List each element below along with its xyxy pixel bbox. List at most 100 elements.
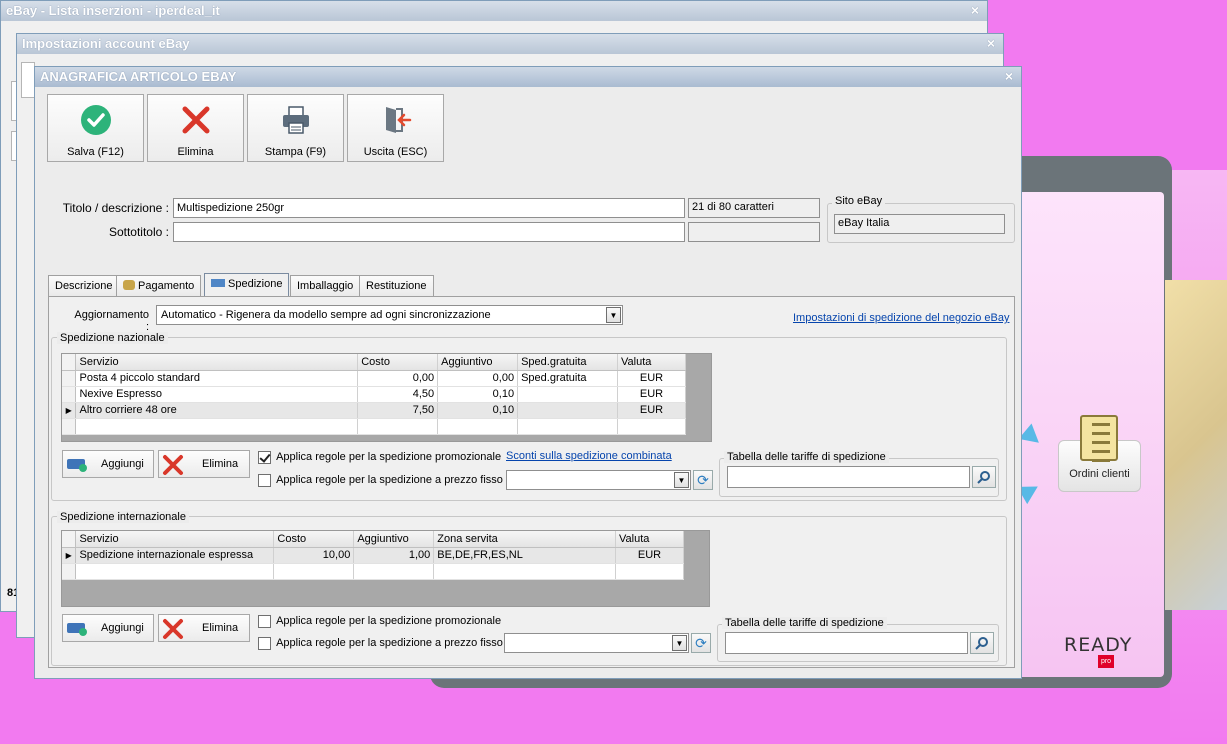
cell-valuta: EUR — [615, 547, 684, 564]
internazionale-promo-checkbox[interactable]: Applica regole per la spedizione promozi… — [258, 615, 501, 628]
save-button[interactable]: Salva (F12) — [47, 94, 144, 162]
column-header[interactable]: Servizio — [75, 354, 359, 371]
nazionale-add-button[interactable]: Aggiungi — [62, 450, 154, 478]
column-header[interactable]: Zona servita — [433, 531, 617, 548]
checkbox-unchecked[interactable] — [258, 637, 271, 650]
nazionale-grid: Servizio Costo Aggiuntivo Sped.gratuita … — [61, 353, 712, 442]
nazionale-fisso-checkbox[interactable]: Applica regole per la spedizione a prezz… — [258, 474, 503, 487]
table-row-selected[interactable]: ▶ Altro corriere 48 ore 7,50 0,10 EUR — [62, 402, 686, 419]
search-button[interactable] — [970, 632, 994, 654]
chevron-down-icon: ▼ — [672, 635, 687, 651]
tab-restituzione[interactable]: Restituzione — [359, 275, 434, 297]
column-header[interactable]: Costo — [273, 531, 355, 548]
sottotitolo-input[interactable] — [173, 222, 685, 242]
internazionale-add-button[interactable]: Aggiungi — [62, 614, 154, 642]
nazionale-promo-checkbox[interactable]: Applica regole per la spedizione promozi… — [258, 451, 501, 464]
nazionale-tariffe-input[interactable] — [727, 466, 970, 488]
close-icon[interactable]: × — [1005, 68, 1013, 84]
column-header[interactable]: Aggiuntivo — [437, 354, 519, 371]
column-header[interactable]: Sped.gratuita — [517, 354, 619, 371]
cell-aggiuntivo: 1,00 — [353, 547, 435, 564]
sottotitolo-counter — [688, 222, 820, 242]
delete-x-icon — [163, 619, 183, 639]
checkbox-unchecked[interactable] — [258, 615, 271, 628]
tab-label: Pagamento — [138, 280, 195, 292]
tab-pagamento[interactable]: Pagamento — [116, 275, 202, 297]
exit-door-icon — [386, 107, 412, 133]
column-header[interactable]: Aggiuntivo — [353, 531, 435, 548]
internazionale-grid: Servizio Costo Aggiuntivo Zona servita V… — [61, 530, 710, 607]
delete-x-icon — [182, 106, 210, 134]
delete-label: Elimina — [177, 146, 214, 158]
aggiornamento-label: Aggiornamento : — [74, 309, 149, 333]
delete-button[interactable]: Elimina — [147, 94, 244, 162]
negozio-shipping-link[interactable]: Impostazioni di spedizione del negozio e… — [793, 312, 1009, 324]
column-header[interactable]: Valuta — [615, 531, 684, 548]
document-icon — [1080, 415, 1118, 462]
delete-x-icon — [163, 455, 183, 475]
printer-icon — [283, 106, 309, 134]
tab-imballaggio[interactable]: Imballaggio — [290, 275, 361, 297]
exit-button[interactable]: Uscita (ESC) — [347, 94, 444, 162]
internazionale-fisso-select[interactable]: ▼ — [504, 633, 689, 653]
tab-label: Spedizione — [228, 278, 283, 290]
print-label: Stampa (F9) — [264, 146, 327, 158]
tab-label: Descrizione — [55, 280, 113, 292]
aggiornamento-select[interactable]: Automatico - Rigenera da modello sempre … — [156, 305, 623, 325]
refresh-icon[interactable]: ⟳ — [691, 633, 711, 653]
print-button[interactable]: Stampa (F9) — [247, 94, 344, 162]
dialog-anagrafica-articolo: ANAGRAFICA ARTICOLO EBAY × Salva (F12) E… — [34, 66, 1022, 679]
sconti-combinata-link[interactable]: Sconti sulla spedizione combinata — [506, 450, 672, 462]
close-icon[interactable]: × — [987, 35, 995, 51]
exit-label: Uscita (ESC) — [363, 146, 428, 158]
internazionale-fisso-checkbox[interactable]: Applica regole per la spedizione a prezz… — [258, 637, 503, 650]
titolo-input[interactable] — [173, 198, 685, 218]
checkbox-checked[interactable] — [258, 451, 271, 464]
tab-descrizione[interactable]: Descrizione — [48, 275, 120, 297]
table-row[interactable]: Nexive Espresso 4,50 0,10 EUR — [62, 386, 686, 403]
nazionale-delete-button[interactable]: Elimina — [158, 450, 250, 478]
promo-label: Applica regole per la spedizione promozi… — [276, 451, 502, 464]
table-header: Servizio Costo Aggiuntivo Sped.gratuita … — [62, 354, 686, 371]
tariffe-label: Tabella delle tariffe di spedizione — [722, 617, 887, 629]
truck-icon — [211, 279, 225, 287]
row-pointer-icon: ▶ — [62, 402, 77, 419]
table-row-new[interactable] — [62, 418, 686, 435]
table-row-selected[interactable]: ▶ Spedizione internazionale espressa 10,… — [62, 547, 684, 564]
column-header[interactable]: Valuta — [617, 354, 686, 371]
window-title: Impostazioni account eBay — [22, 36, 190, 51]
tab-label: Restituzione — [366, 280, 427, 292]
fisso-label: Applica regole per la spedizione a prezz… — [276, 474, 503, 487]
nazionale-title: Spedizione nazionale — [57, 332, 168, 344]
dialog-titlebar: ANAGRAFICA ARTICOLO EBAY × — [35, 67, 1021, 87]
row-pointer-icon: ▶ — [62, 547, 77, 564]
background-field — [21, 62, 35, 98]
internazionale-tariffe-input[interactable] — [725, 632, 968, 654]
cell-costo: 10,00 — [273, 547, 355, 564]
search-icon — [977, 471, 990, 484]
sottotitolo-label: Sottotitolo : — [108, 225, 169, 239]
column-header[interactable]: Servizio — [75, 531, 275, 548]
table-row-new[interactable] — [62, 563, 684, 580]
tab-spedizione[interactable]: Spedizione — [204, 273, 290, 297]
cell-servizio: Spedizione internazionale espressa — [75, 547, 275, 564]
chevron-down-icon: ▼ — [674, 472, 689, 488]
cell-gratuita: Sped.gratuita — [517, 370, 619, 387]
add-plus-icon — [79, 464, 87, 472]
refresh-icon[interactable]: ⟳ — [693, 470, 713, 490]
checkbox-unchecked[interactable] — [258, 474, 271, 487]
cell-costo: 4,50 — [357, 386, 439, 403]
aggiornamento-value: Automatico - Rigenera da modello sempre … — [161, 309, 491, 321]
cell-valuta: EUR — [617, 370, 686, 387]
delete-label: Elimina — [202, 622, 239, 634]
column-header[interactable]: Costo — [357, 354, 439, 371]
table-row[interactable]: Posta 4 piccolo standard 0,00 0,00 Sped.… — [62, 370, 686, 387]
close-icon[interactable]: × — [971, 2, 979, 18]
search-button[interactable] — [972, 466, 996, 488]
save-label: Salva (F12) — [67, 146, 124, 158]
add-label: Aggiungi — [101, 458, 144, 470]
internazionale-delete-button[interactable]: Elimina — [158, 614, 250, 642]
internazionale-title: Spedizione internazionale — [57, 511, 189, 523]
nazionale-fisso-select[interactable]: ▼ — [506, 470, 691, 490]
tab-label: Imballaggio — [297, 280, 354, 292]
